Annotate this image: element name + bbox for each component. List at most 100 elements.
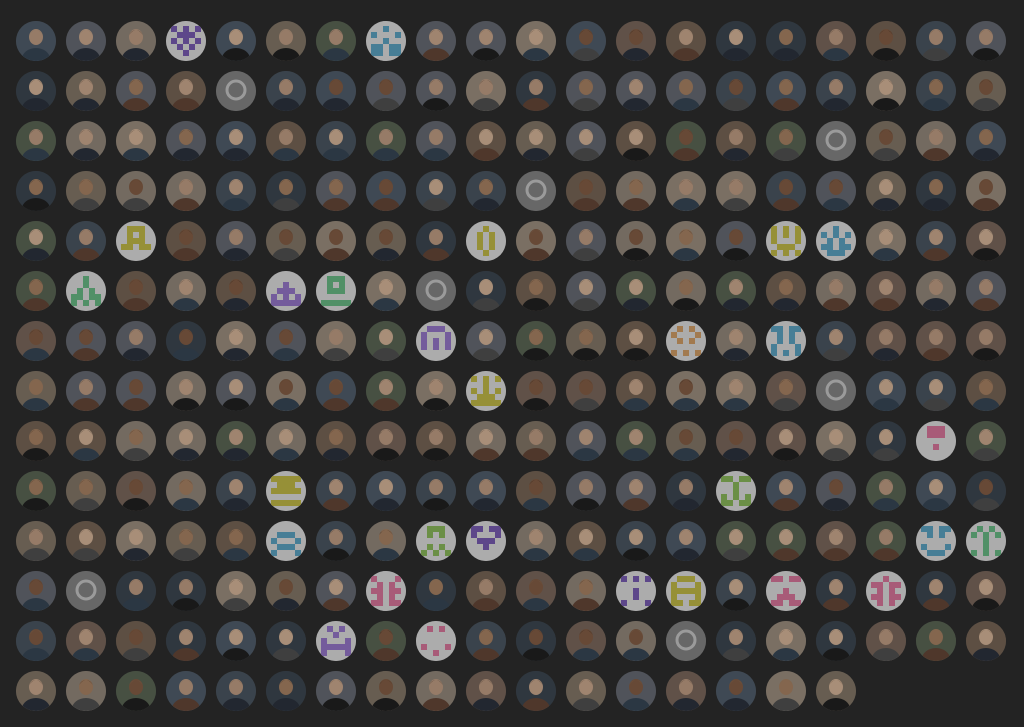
- github-logo-avatar[interactable]: [816, 121, 856, 161]
- photo-avatar[interactable]: [266, 671, 306, 711]
- photo-avatar[interactable]: [216, 471, 256, 511]
- identicon-avatar[interactable]: [816, 221, 856, 261]
- photo-avatar[interactable]: [466, 121, 506, 161]
- photo-avatar[interactable]: [866, 121, 906, 161]
- photo-avatar[interactable]: [716, 321, 756, 361]
- photo-avatar[interactable]: [16, 21, 56, 61]
- photo-avatar[interactable]: [666, 371, 706, 411]
- photo-avatar[interactable]: [616, 71, 656, 111]
- photo-avatar[interactable]: [666, 421, 706, 461]
- identicon-avatar[interactable]: [316, 271, 356, 311]
- photo-avatar[interactable]: [616, 421, 656, 461]
- photo-avatar[interactable]: [516, 571, 556, 611]
- photo-avatar[interactable]: [766, 421, 806, 461]
- photo-avatar[interactable]: [116, 521, 156, 561]
- identicon-avatar[interactable]: [866, 571, 906, 611]
- photo-avatar[interactable]: [616, 521, 656, 561]
- photo-avatar[interactable]: [66, 71, 106, 111]
- photo-avatar[interactable]: [916, 571, 956, 611]
- photo-avatar[interactable]: [266, 171, 306, 211]
- photo-avatar[interactable]: [966, 271, 1006, 311]
- photo-avatar[interactable]: [716, 71, 756, 111]
- photo-avatar[interactable]: [816, 421, 856, 461]
- photo-avatar[interactable]: [666, 171, 706, 211]
- photo-avatar[interactable]: [716, 271, 756, 311]
- photo-avatar[interactable]: [566, 471, 606, 511]
- photo-avatar[interactable]: [516, 21, 556, 61]
- photo-avatar[interactable]: [716, 221, 756, 261]
- photo-avatar[interactable]: [566, 171, 606, 211]
- photo-avatar[interactable]: [466, 71, 506, 111]
- identicon-avatar[interactable]: [366, 21, 406, 61]
- photo-avatar[interactable]: [366, 321, 406, 361]
- photo-avatar[interactable]: [316, 371, 356, 411]
- photo-avatar[interactable]: [316, 571, 356, 611]
- photo-avatar[interactable]: [316, 321, 356, 361]
- photo-avatar[interactable]: [16, 571, 56, 611]
- photo-avatar[interactable]: [66, 221, 106, 261]
- photo-avatar[interactable]: [116, 671, 156, 711]
- photo-avatar[interactable]: [416, 21, 456, 61]
- photo-avatar[interactable]: [16, 321, 56, 361]
- photo-avatar[interactable]: [166, 121, 206, 161]
- photo-avatar[interactable]: [966, 621, 1006, 661]
- github-logo-avatar[interactable]: [666, 621, 706, 661]
- photo-avatar[interactable]: [166, 321, 206, 361]
- photo-avatar[interactable]: [466, 621, 506, 661]
- photo-avatar[interactable]: [866, 371, 906, 411]
- photo-avatar[interactable]: [466, 321, 506, 361]
- photo-avatar[interactable]: [216, 521, 256, 561]
- photo-avatar[interactable]: [966, 21, 1006, 61]
- photo-avatar[interactable]: [16, 371, 56, 411]
- photo-avatar[interactable]: [566, 671, 606, 711]
- photo-avatar[interactable]: [616, 221, 656, 261]
- photo-avatar[interactable]: [966, 571, 1006, 611]
- photo-avatar[interactable]: [566, 71, 606, 111]
- photo-avatar[interactable]: [316, 671, 356, 711]
- photo-avatar[interactable]: [216, 171, 256, 211]
- photo-avatar[interactable]: [466, 471, 506, 511]
- photo-avatar[interactable]: [16, 221, 56, 261]
- photo-avatar[interactable]: [616, 471, 656, 511]
- photo-avatar[interactable]: [516, 321, 556, 361]
- photo-avatar[interactable]: [766, 171, 806, 211]
- photo-avatar[interactable]: [816, 321, 856, 361]
- photo-avatar[interactable]: [916, 221, 956, 261]
- photo-avatar[interactable]: [966, 321, 1006, 361]
- photo-avatar[interactable]: [666, 471, 706, 511]
- identicon-avatar[interactable]: [116, 221, 156, 261]
- photo-avatar[interactable]: [266, 121, 306, 161]
- identicon-avatar[interactable]: [766, 221, 806, 261]
- photo-avatar[interactable]: [616, 321, 656, 361]
- photo-avatar[interactable]: [716, 421, 756, 461]
- photo-avatar[interactable]: [366, 671, 406, 711]
- photo-avatar[interactable]: [66, 521, 106, 561]
- photo-avatar[interactable]: [766, 521, 806, 561]
- photo-avatar[interactable]: [516, 221, 556, 261]
- identicon-avatar[interactable]: [466, 521, 506, 561]
- photo-avatar[interactable]: [66, 321, 106, 361]
- photo-avatar[interactable]: [866, 21, 906, 61]
- photo-avatar[interactable]: [416, 671, 456, 711]
- photo-avatar[interactable]: [466, 571, 506, 611]
- photo-avatar[interactable]: [266, 321, 306, 361]
- photo-avatar[interactable]: [116, 171, 156, 211]
- photo-avatar[interactable]: [716, 571, 756, 611]
- photo-avatar[interactable]: [666, 121, 706, 161]
- photo-avatar[interactable]: [316, 221, 356, 261]
- photo-avatar[interactable]: [216, 421, 256, 461]
- photo-avatar[interactable]: [966, 421, 1006, 461]
- photo-avatar[interactable]: [316, 521, 356, 561]
- photo-avatar[interactable]: [716, 371, 756, 411]
- photo-avatar[interactable]: [116, 121, 156, 161]
- photo-avatar[interactable]: [266, 621, 306, 661]
- photo-avatar[interactable]: [16, 171, 56, 211]
- photo-avatar[interactable]: [516, 621, 556, 661]
- photo-avatar[interactable]: [416, 571, 456, 611]
- photo-avatar[interactable]: [216, 321, 256, 361]
- photo-avatar[interactable]: [966, 171, 1006, 211]
- photo-avatar[interactable]: [516, 121, 556, 161]
- github-logo-avatar[interactable]: [516, 171, 556, 211]
- photo-avatar[interactable]: [66, 121, 106, 161]
- photo-avatar[interactable]: [816, 171, 856, 211]
